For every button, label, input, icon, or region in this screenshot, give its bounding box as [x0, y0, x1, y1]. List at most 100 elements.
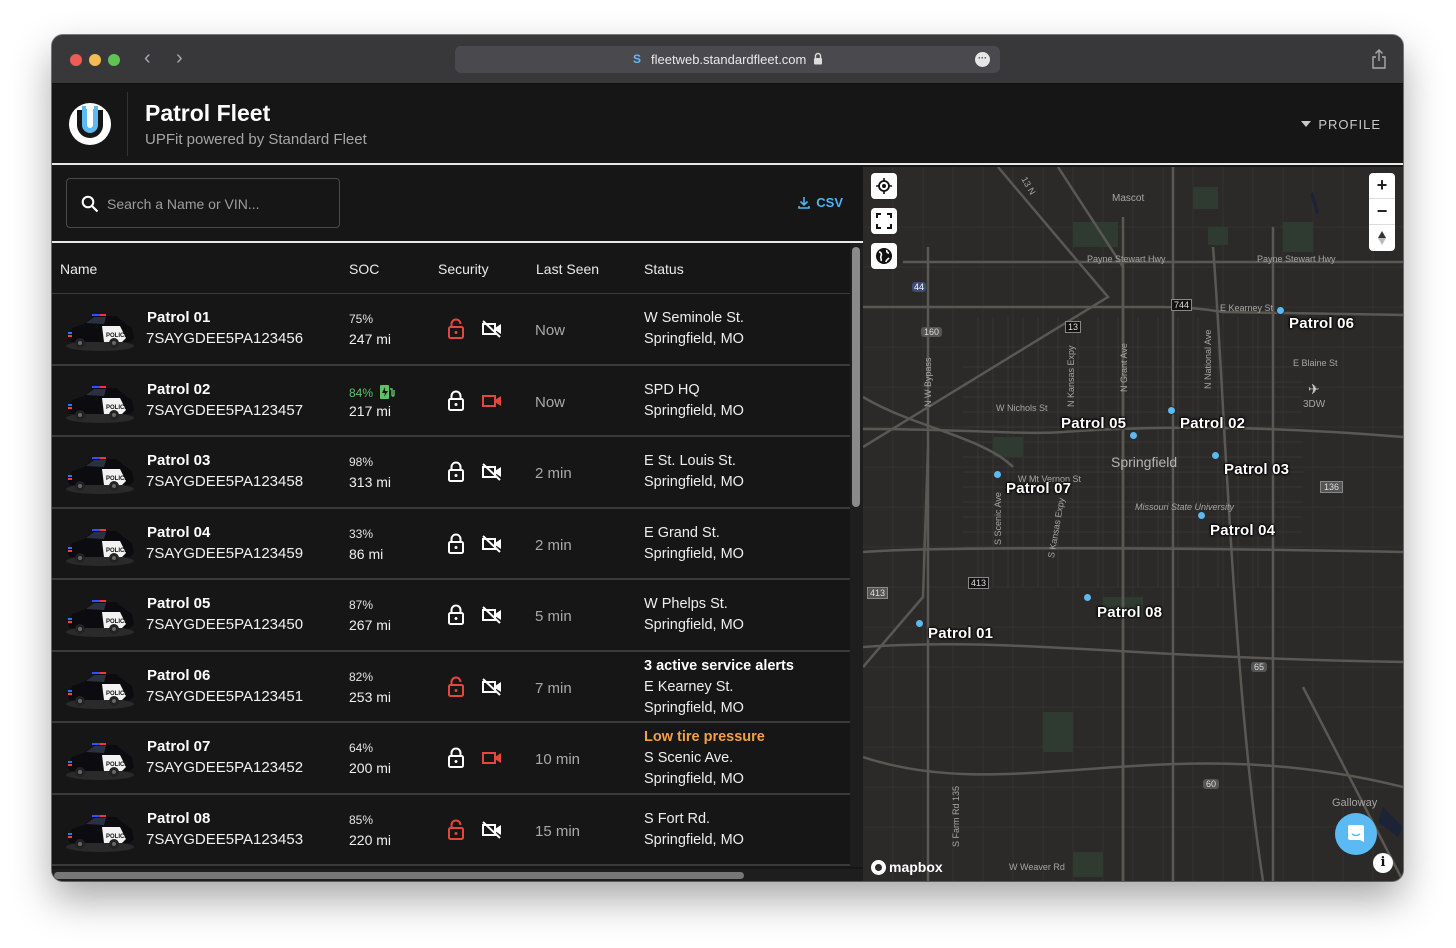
table-row[interactable]: POLICE Patrol 01 7SAYGDEE5PA123456 75% 247 m…	[52, 294, 850, 366]
camera-recording-icon[interactable]	[482, 749, 502, 767]
camera-off-icon[interactable]	[482, 320, 502, 338]
camera-off-icon[interactable]	[482, 463, 502, 481]
csv-download-button[interactable]: CSV	[798, 195, 843, 210]
forward-icon[interactable]: ›	[176, 48, 183, 68]
vehicle-marker[interactable]	[1167, 406, 1176, 415]
compass-button[interactable]	[1369, 225, 1395, 251]
vehicle-marker[interactable]	[993, 470, 1002, 479]
search-input[interactable]	[107, 193, 327, 215]
interstate-44-shield: 44	[912, 282, 927, 292]
soc-percent: 84%	[349, 384, 395, 400]
vehicle-vin: 7SAYGDEE5PA123459	[146, 544, 304, 562]
vehicle-name[interactable]: Patrol 02	[147, 381, 210, 398]
vehicle-marker[interactable]	[1129, 431, 1138, 440]
chat-support-button[interactable]	[1335, 813, 1377, 855]
vertical-scrollbar-thumb[interactable]	[852, 247, 860, 507]
mapbox-logo[interactable]: mapbox	[871, 859, 943, 875]
zoom-out-button[interactable]: −	[1369, 199, 1395, 225]
horizontal-scrollbar-thumb[interactable]	[54, 872, 744, 879]
vehicle-marker-label[interactable]: Patrol 02	[1180, 415, 1245, 432]
fullscreen-button[interactable]	[871, 208, 897, 234]
vehicle-name[interactable]: Patrol 05	[147, 595, 210, 612]
zoom-in-button[interactable]: +	[1369, 173, 1395, 199]
airport-icon: ✈	[1308, 381, 1320, 397]
upfit-logo	[69, 103, 111, 145]
close-window-button[interactable]	[70, 54, 82, 66]
vehicle-marker[interactable]	[915, 619, 924, 628]
map-label-s-scenic-ave: S Scenic Ave	[993, 492, 1003, 545]
locked-icon[interactable]	[447, 604, 465, 626]
back-icon[interactable]: ‹	[144, 48, 151, 68]
vehicle-name[interactable]: Patrol 03	[147, 452, 210, 469]
camera-off-icon[interactable]	[482, 606, 502, 624]
vehicle-name[interactable]: Patrol 06	[147, 667, 210, 684]
vehicle-marker-label[interactable]: Patrol 03	[1224, 461, 1289, 478]
table-row[interactable]: POLICE Patrol 08 7SAYGDEE5PA123453 85% 220 m…	[52, 794, 850, 866]
column-header-status[interactable]: Status	[644, 261, 684, 277]
police-car-image: POLICE	[66, 314, 134, 351]
camera-off-icon[interactable]	[482, 677, 502, 696]
camera-off-icon[interactable]	[482, 534, 502, 553]
secure-lock-icon	[814, 52, 822, 65]
globe-view-button[interactable]	[871, 243, 897, 269]
unlocked-icon[interactable]	[447, 318, 465, 340]
vehicle-name[interactable]: Patrol 08	[147, 810, 210, 827]
camera-off-icon[interactable]	[482, 820, 502, 839]
soc-value: 87%	[349, 598, 374, 612]
vehicle-vin: 7SAYGDEE5PA123452	[146, 759, 304, 776]
vehicle-marker[interactable]	[1083, 593, 1092, 602]
fleet-map[interactable]: + − Mascot Payne Stewart Hwy Payne Stewa…	[863, 167, 1403, 881]
soc-percent: 64%	[349, 741, 373, 755]
last-seen: Now	[535, 393, 566, 411]
locked-icon[interactable]	[447, 747, 465, 769]
locked-icon[interactable]	[447, 461, 465, 483]
unlocked-icon[interactable]	[447, 819, 465, 841]
vehicle-name[interactable]: Patrol 04	[147, 524, 210, 541]
mapbox-wordmark: mapbox	[889, 859, 943, 875]
page-options-icon[interactable]: ···	[975, 52, 990, 67]
vehicle-marker-label[interactable]: Patrol 05	[1061, 415, 1126, 432]
table-row[interactable]: POLICE Patrol 06 7SAYGDEE5PA123451 82% 253 m…	[52, 651, 850, 723]
share-icon[interactable]	[1371, 49, 1387, 69]
vehicle-marker-label[interactable]: Patrol 01	[928, 625, 993, 642]
table-row[interactable]: POLICE Patrol 03 7SAYGDEE5PA123458 98% 313 m…	[52, 437, 850, 509]
minimize-window-button[interactable]	[89, 54, 101, 66]
csv-label: CSV	[816, 195, 843, 210]
vehicle-marker[interactable]	[1197, 511, 1206, 520]
vehicle-marker-label[interactable]: Patrol 07	[1006, 480, 1071, 497]
soc-value: 84%	[349, 385, 374, 400]
column-header-last-seen[interactable]: Last Seen	[536, 261, 599, 277]
address-bar[interactable]: S fleetweb.standardfleet.com ···	[455, 46, 1000, 73]
column-header-soc[interactable]: SOC	[349, 261, 379, 277]
table-row[interactable]: POLICE Patrol 04 7SAYGDEE5PA123459 33% 86 mi…	[52, 508, 850, 580]
svg-text:POLICE: POLICE	[106, 548, 128, 554]
table-row[interactable]: POLICE Patrol 02 7SAYGDEE5PA123457 84% 217 m…	[52, 365, 850, 437]
column-header-name[interactable]: Name	[60, 261, 97, 277]
table-row[interactable]: POLICE Patrol 07 7SAYGDEE5PA123452 64% 200 m…	[52, 723, 850, 795]
vehicle-marker-label[interactable]: Patrol 04	[1210, 522, 1275, 539]
locate-button[interactable]	[871, 173, 897, 199]
unlocked-icon[interactable]	[447, 676, 465, 698]
horizontal-scrollbar[interactable]	[52, 869, 863, 881]
svg-text:POLICE: POLICE	[106, 762, 128, 768]
camera-recording-icon[interactable]	[482, 392, 502, 410]
locked-icon[interactable]	[447, 533, 465, 555]
maximize-window-button[interactable]	[108, 54, 120, 66]
soc-percent: 82%	[349, 670, 373, 684]
police-car-image: POLICE	[66, 743, 134, 780]
table-row[interactable]: POLICE Patrol 05 7SAYGDEE5PA123450 87% 267 m…	[52, 580, 850, 652]
vehicle-marker-label[interactable]: Patrol 06	[1289, 315, 1354, 332]
vehicle-name[interactable]: Patrol 01	[147, 309, 210, 326]
profile-menu-button[interactable]: PROFILE	[1301, 117, 1381, 132]
column-header-security[interactable]: Security	[438, 261, 489, 277]
search-box[interactable]	[66, 178, 340, 228]
vehicle-marker-label[interactable]: Patrol 08	[1097, 604, 1162, 621]
vehicle-marker[interactable]	[1276, 306, 1285, 315]
range-miles: 86 mi	[349, 545, 384, 562]
locked-icon[interactable]	[447, 390, 465, 412]
last-seen: 7 min	[535, 679, 572, 697]
vehicle-marker[interactable]	[1211, 451, 1220, 460]
fullscreen-icon	[876, 213, 892, 229]
vehicle-name[interactable]: Patrol 07	[147, 738, 210, 755]
map-info-button[interactable]: i	[1373, 853, 1393, 873]
